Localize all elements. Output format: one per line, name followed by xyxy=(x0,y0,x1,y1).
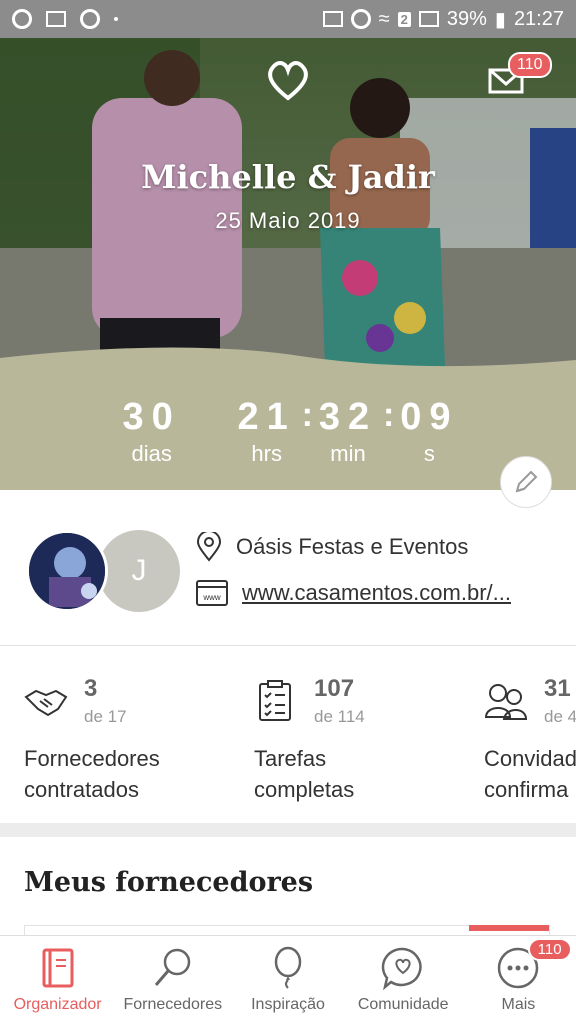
nav-mais[interactable]: 110 Mais xyxy=(461,936,576,1024)
edit-button[interactable] xyxy=(500,456,552,508)
hero-banner: 110 Michelle & Jadir 25 Maio 2019 30 dia… xyxy=(0,38,576,490)
venue-row[interactable]: Oásis Festas e Eventos xyxy=(196,532,468,562)
nav-label: Inspiração xyxy=(251,996,325,1013)
countdown-minutes: 32 min xyxy=(313,396,383,467)
lock-icon xyxy=(322,11,343,27)
signal-icon xyxy=(418,11,439,27)
nav-label: Organizador xyxy=(13,996,102,1013)
svg-text:www: www xyxy=(202,593,221,602)
notification-badge: 110 xyxy=(527,938,572,961)
partner-avatar[interactable]: J xyxy=(98,530,180,612)
wedding-date: 25 Maio 2019 xyxy=(215,208,361,233)
notebook-icon xyxy=(42,948,74,988)
pencil-icon xyxy=(515,470,538,493)
section-title: Meus fornecedores xyxy=(24,867,314,898)
couple-names: Michelle & Jadir xyxy=(141,158,435,196)
my-suppliers-section: Meus fornecedores xyxy=(0,837,576,937)
countdown-hours: 21 hrs xyxy=(232,396,302,467)
nav-inspiracao[interactable]: Inspiração xyxy=(230,936,345,1024)
bottom-navigation: Organizador Fornecedores Inspiração Comu… xyxy=(0,935,576,1024)
hours-value: 21 xyxy=(237,396,296,438)
nav-comunidade[interactable]: Comunidade xyxy=(346,936,461,1024)
stat-total: de 17 xyxy=(84,707,127,726)
days-label: dias xyxy=(131,441,172,466)
nav-label: Mais xyxy=(501,996,536,1013)
couple-avatar[interactable] xyxy=(26,530,108,612)
sim-badge: 2 xyxy=(397,11,411,27)
nav-label: Comunidade xyxy=(357,996,449,1013)
section-divider xyxy=(0,823,576,837)
chat-heart-icon xyxy=(382,947,422,990)
website-row[interactable]: www www.casamentos.com.br/... xyxy=(196,580,511,606)
countdown-days: 30 dias xyxy=(112,396,192,467)
stat-total: de 4 xyxy=(544,707,576,726)
countdown-separator: : xyxy=(383,396,395,434)
clock: 21:27 xyxy=(513,7,564,30)
countdown: 30 dias 21 hrs : 32 min : 09 s xyxy=(0,396,576,467)
stat-total: de 114 xyxy=(314,707,365,726)
stat-label: Convidad confirma xyxy=(484,746,576,802)
status-bar: ≈ 2 39% ▮ 21:27 xyxy=(0,0,576,38)
guests-icon xyxy=(484,684,528,720)
countdown-separator: : xyxy=(301,396,313,434)
stat-label: Tarefas completas xyxy=(254,746,355,802)
wifi-icon: ≈ xyxy=(378,7,390,30)
days-value: 30 xyxy=(122,396,181,438)
countdown-seconds: 09 s xyxy=(394,396,464,467)
nav-fornecedores[interactable]: Fornecedores xyxy=(115,936,230,1024)
magnifier-icon xyxy=(154,948,191,986)
battery-text: 39% xyxy=(446,7,487,30)
nav-label: Fornecedores xyxy=(123,996,223,1013)
app-notification-icon xyxy=(80,9,100,29)
battery-icon: ▮ xyxy=(494,8,506,31)
stat-value: 107 xyxy=(314,675,355,702)
clipboard-checklist-icon xyxy=(259,680,291,721)
heart-logo-icon xyxy=(268,61,308,101)
card-accent xyxy=(469,925,549,931)
stat-value: 31 xyxy=(544,675,571,702)
stat-label: Fornecedores contratados xyxy=(24,746,160,802)
stats-panel: 3 de 17 Fornecedores contratados 107 de 1… xyxy=(0,647,576,823)
balloon-icon xyxy=(274,946,302,989)
mail-badge: 110 xyxy=(508,52,552,78)
stat-value: 3 xyxy=(84,675,98,702)
location-pin-icon xyxy=(196,532,222,562)
nav-organizador[interactable]: Organizador xyxy=(0,936,115,1024)
chrome-icon xyxy=(12,9,32,29)
minutes-value: 32 xyxy=(318,396,378,438)
minutes-label: min xyxy=(330,441,366,466)
hours-label: hrs xyxy=(251,441,282,466)
gmail-icon xyxy=(46,11,66,27)
seconds-label: s xyxy=(423,441,435,466)
app-screen: ≈ 2 39% ▮ 21:27 110 Michelle & Jadir 25 … xyxy=(0,0,576,1024)
more-notifications-icon xyxy=(114,17,118,21)
vendor-card[interactable]: J Oásis Festas e Eventos www www.casamen… xyxy=(0,490,576,646)
browser-www-icon: www xyxy=(196,580,228,606)
website-link[interactable]: www.casamentos.com.br/... xyxy=(242,580,511,606)
alarm-icon xyxy=(350,9,371,29)
seconds-value: 09 xyxy=(400,396,459,438)
handshake-icon xyxy=(24,689,68,717)
venue-name: Oásis Festas e Eventos xyxy=(236,534,469,559)
